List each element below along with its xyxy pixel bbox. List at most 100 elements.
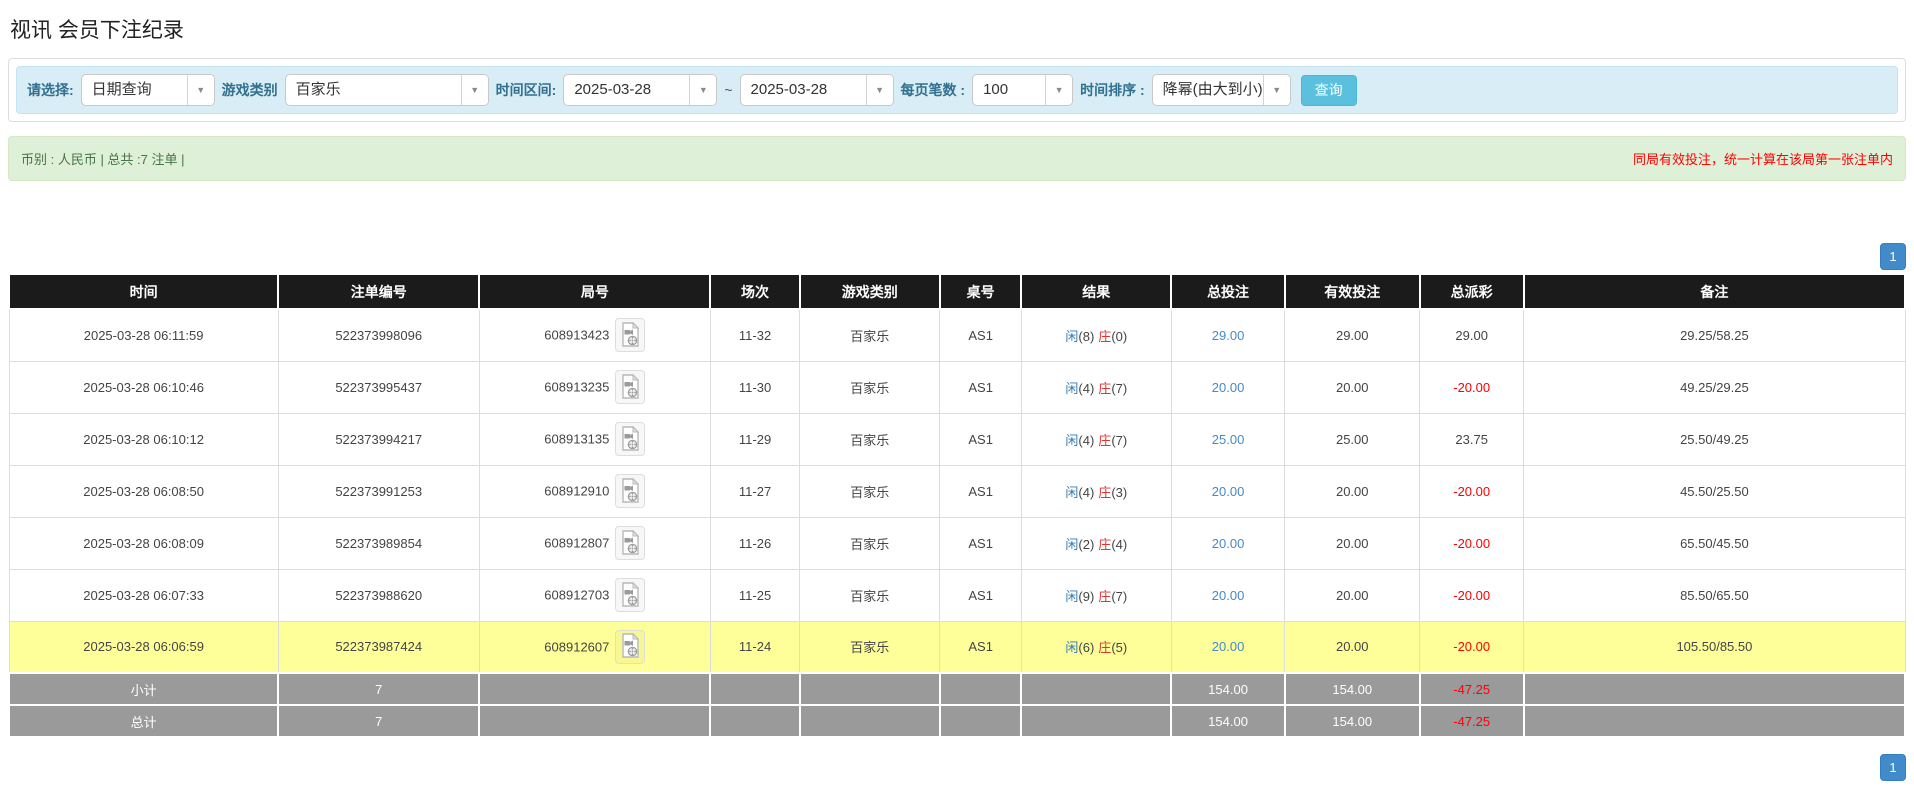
payout-cell: 23.75 xyxy=(1419,412,1525,466)
valid-bet-cell: 20.00 xyxy=(1284,464,1421,518)
table-row: 2025-03-28 06:06:59 522373987424 6089126… xyxy=(8,620,1906,674)
film-document-icon[interactable] xyxy=(615,629,646,664)
film-document-icon[interactable] xyxy=(615,422,646,456)
result-cell: 闲(4) 庄(7) xyxy=(1020,412,1172,466)
film-document-icon[interactable] xyxy=(615,474,646,508)
chevron-down-icon[interactable]: ▼ xyxy=(1262,75,1290,105)
result-player-label: 闲 xyxy=(1065,536,1079,552)
total-bet-cell: 20.00 xyxy=(1170,620,1286,674)
film-document-icon[interactable] xyxy=(615,318,646,353)
result-player-label: 闲 xyxy=(1065,640,1079,656)
total-bet-link[interactable]: 20.00 xyxy=(1212,484,1245,499)
game-type-dropdown[interactable]: 百家乐 ▼ xyxy=(284,74,489,106)
film-document-icon[interactable] xyxy=(615,526,646,560)
page-size-value[interactable]: 100 xyxy=(973,75,1045,105)
time-cell: 2025-03-28 06:06:59 xyxy=(8,620,279,674)
result-banker-count: (0) xyxy=(1111,328,1128,344)
film-document-icon[interactable] xyxy=(615,370,646,404)
page-title: 视讯 会员下注纪录 xyxy=(10,19,184,42)
query-type-dropdown[interactable]: 日期查询 ▼ xyxy=(80,74,215,106)
table-number-cell: AS1 xyxy=(939,308,1022,362)
header-result: 结果 xyxy=(1020,273,1173,310)
page-size-dropdown[interactable]: 100 ▼ xyxy=(972,74,1074,106)
query-button[interactable]: 查询 xyxy=(1300,74,1357,106)
session-cell: 11-30 xyxy=(709,360,801,414)
chevron-down-icon[interactable]: ▼ xyxy=(1045,75,1073,105)
chevron-down-icon[interactable]: ▼ xyxy=(460,75,488,105)
bet-id-cell: 522373991253 xyxy=(277,464,480,518)
sort-label: 时间排序 : xyxy=(1080,82,1145,98)
result-cell: 闲(6) 庄(5) xyxy=(1020,620,1172,674)
result-banker-label: 庄 xyxy=(1098,588,1112,604)
result-cell: 闲(4) 庄(7) xyxy=(1020,360,1172,414)
film-document-icon[interactable] xyxy=(615,578,646,612)
table-body: 2025-03-28 06:11:59 522373998096 6089134… xyxy=(8,308,1906,674)
total-bet-link[interactable]: 20.00 xyxy=(1212,380,1245,395)
payout-cell: -20.00 xyxy=(1419,464,1525,518)
total-bet-link[interactable]: 25.00 xyxy=(1212,432,1245,447)
total-bet-link[interactable]: 20.00 xyxy=(1212,588,1245,603)
chevron-down-icon[interactable]: ▼ xyxy=(865,75,893,105)
date-from-dropdown[interactable]: 2025-03-28 ▼ xyxy=(563,74,718,106)
result-player-count: (4) xyxy=(1078,484,1095,500)
remark-cell: 49.25/29.25 xyxy=(1523,360,1906,414)
date-to-dropdown[interactable]: 2025-03-28 ▼ xyxy=(739,74,894,106)
total-bet-link[interactable]: 29.00 xyxy=(1212,328,1245,343)
game-type-value[interactable]: 百家乐 xyxy=(286,75,461,105)
table-row: 2025-03-28 06:07:33 522373988620 6089127… xyxy=(8,568,1906,622)
result-player-label: 闲 xyxy=(1065,328,1079,344)
subtotal-count: 7 xyxy=(277,672,481,706)
subtotal-label: 小计 xyxy=(7,672,280,706)
session-cell: 11-25 xyxy=(709,568,801,622)
valid-bet-cell: 20.00 xyxy=(1284,516,1421,570)
query-type-value[interactable]: 日期查询 xyxy=(82,75,187,105)
table-number-cell: AS1 xyxy=(939,620,1022,674)
valid-bet-cell: 20.00 xyxy=(1284,620,1421,674)
remark-cell: 45.50/25.50 xyxy=(1523,464,1906,518)
header-remark: 备注 xyxy=(1522,273,1907,310)
game-type-label: 游戏类别 xyxy=(221,82,278,98)
valid-bet-cell: 20.00 xyxy=(1284,568,1421,622)
table-number-cell: AS1 xyxy=(939,516,1022,570)
result-banker-label: 庄 xyxy=(1098,380,1112,396)
result-banker-count: (3) xyxy=(1111,484,1128,500)
game-type-cell: 百家乐 xyxy=(799,360,941,414)
table-number-cell: AS1 xyxy=(939,360,1022,414)
result-player-count: (8) xyxy=(1078,328,1095,344)
result-cell: 闲(9) 庄(7) xyxy=(1020,568,1172,622)
round-number: 608912807 xyxy=(544,535,610,551)
bet-id-cell: 522373994217 xyxy=(277,412,480,466)
page-1-button[interactable]: 1 xyxy=(1880,754,1906,781)
valid-bet-cell: 29.00 xyxy=(1284,308,1421,362)
total-count: 7 xyxy=(277,704,481,738)
total-bet-link[interactable]: 20.00 xyxy=(1212,639,1245,654)
total-row: 总计 7 154.00 154.00 -47.25 xyxy=(7,704,1907,738)
sort-dropdown[interactable]: 降幂(由大到小) ▼ xyxy=(1151,74,1291,106)
page-1-button[interactable]: 1 xyxy=(1880,243,1906,270)
result-cell: 闲(2) 庄(4) xyxy=(1020,516,1172,570)
subtotal-total-bet: 154.00 xyxy=(1170,672,1286,706)
result-banker-label: 庄 xyxy=(1098,640,1112,656)
chevron-down-icon[interactable]: ▼ xyxy=(689,75,717,105)
header-valid-bet: 有效投注 xyxy=(1283,273,1421,310)
filter-bar: 请选择: 日期查询 ▼ 游戏类别 百家乐 ▼ 时间区间: 2025-03-28 … xyxy=(16,66,1898,114)
total-valid-bet: 154.00 xyxy=(1283,704,1421,738)
select-label: 请选择: xyxy=(27,82,74,98)
header-table-number: 桌号 xyxy=(938,273,1023,310)
header-session: 场次 xyxy=(709,273,801,310)
date-from-value[interactable]: 2025-03-28 xyxy=(564,75,689,105)
bet-id-cell: 522373988620 xyxy=(277,568,480,622)
time-cell: 2025-03-28 06:11:59 xyxy=(8,308,279,362)
result-player-label: 闲 xyxy=(1065,432,1079,448)
valid-bet-notice-text: 同局有效投注，统一计算在该局第一张注单内 xyxy=(1632,152,1893,167)
sort-value[interactable]: 降幂(由大到小) xyxy=(1153,75,1263,105)
header-round: 局号 xyxy=(478,273,712,310)
total-bet-link[interactable]: 20.00 xyxy=(1212,536,1245,551)
session-cell: 11-32 xyxy=(709,308,801,362)
total-label: 总计 xyxy=(7,704,280,738)
chevron-down-icon[interactable]: ▼ xyxy=(186,75,214,105)
session-cell: 11-29 xyxy=(709,412,801,466)
remark-cell: 85.50/65.50 xyxy=(1523,568,1906,622)
result-player-label: 闲 xyxy=(1065,380,1079,396)
date-to-value[interactable]: 2025-03-28 xyxy=(741,75,866,105)
